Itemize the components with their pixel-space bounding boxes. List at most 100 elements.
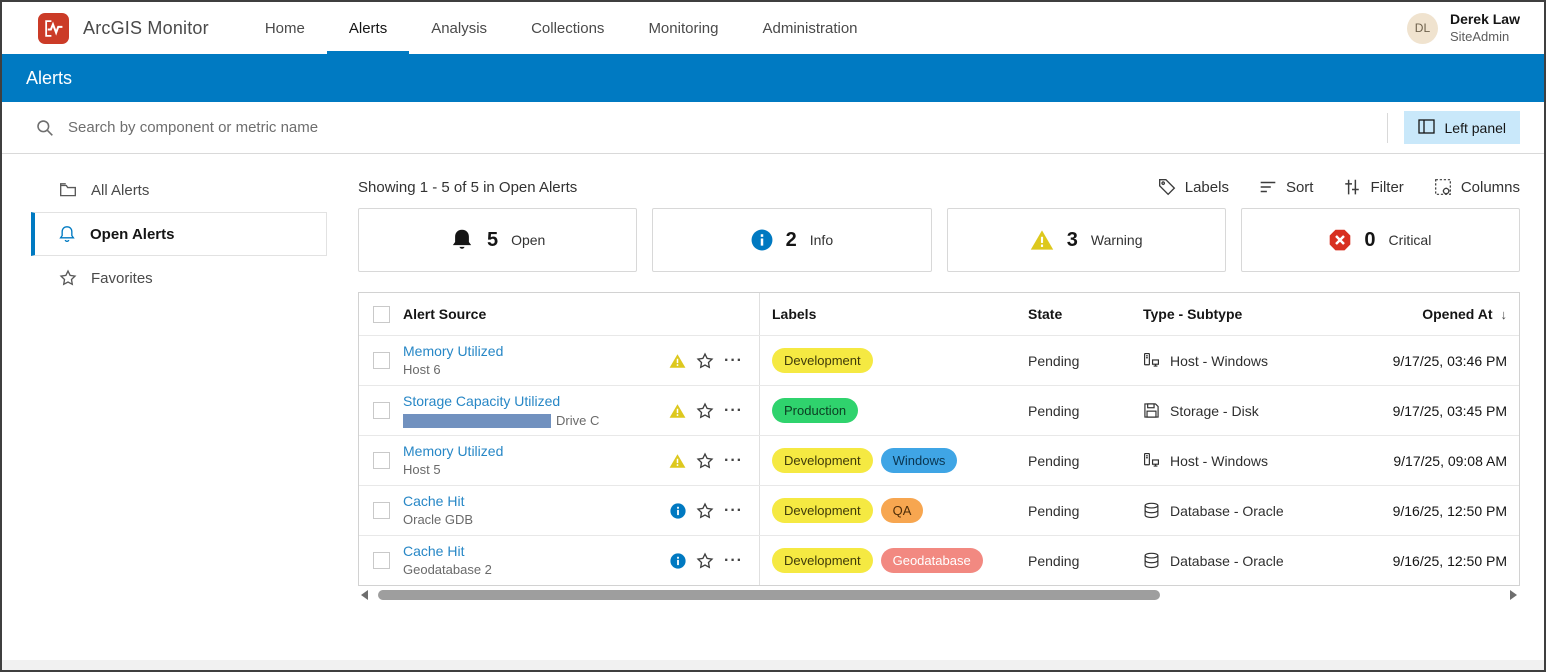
- table-header-row: Alert Source Labels State Type - Subtype…: [359, 293, 1519, 335]
- action-label: Filter: [1370, 178, 1404, 196]
- stat-cards: 5 Open 2 Info 3 Warning 0 Critical: [358, 208, 1520, 272]
- sidebar-item-favorites[interactable]: Favorites: [31, 256, 327, 300]
- type-subtype-value: Database - Oracle: [1170, 552, 1284, 569]
- filter-icon: [1343, 178, 1361, 196]
- row-actions-ellipsis[interactable]: ···: [724, 552, 743, 569]
- nav-item-monitoring[interactable]: Monitoring: [626, 2, 740, 54]
- scrollbar-track[interactable]: [372, 589, 1506, 600]
- favorite-star-icon[interactable]: [696, 351, 714, 370]
- nav-item-collections[interactable]: Collections: [509, 2, 626, 54]
- favorite-star-icon[interactable]: [696, 401, 714, 420]
- warning-icon: [669, 353, 686, 369]
- col-header-labels[interactable]: Labels: [772, 306, 816, 322]
- table-row: Cache Hit Geodatabase 2 ··· Development G…: [359, 535, 1519, 585]
- warning-icon: [669, 453, 686, 469]
- table-row: Cache Hit Oracle GDB ··· Development QA P…: [359, 485, 1519, 535]
- col-header-state[interactable]: State: [1028, 306, 1062, 322]
- bell-filled-icon: [450, 228, 474, 252]
- stat-count: 0: [1364, 228, 1376, 251]
- nav-item-administration[interactable]: Administration: [740, 2, 879, 54]
- labels-cell: Development QA: [760, 486, 1016, 535]
- label-pill: QA: [880, 498, 924, 523]
- scroll-right-arrow[interactable]: [1510, 589, 1517, 600]
- sidebar-item-all-alerts[interactable]: All Alerts: [31, 168, 327, 212]
- alert-source-link[interactable]: Cache Hit: [403, 492, 670, 510]
- top-nav: ArcGIS Monitor Home Alerts Analysis Collect…: [2, 2, 1544, 54]
- alert-source-link[interactable]: Memory Utilized: [403, 442, 669, 460]
- host-icon: [1143, 352, 1160, 369]
- capacity-meter: [403, 414, 551, 429]
- labels-cell: Production: [760, 386, 1016, 435]
- label-pill: Development: [772, 348, 873, 373]
- filter-button[interactable]: Filter: [1343, 178, 1404, 196]
- row-checkbox[interactable]: [373, 402, 390, 419]
- favorite-star-icon[interactable]: [696, 451, 714, 470]
- user-role: SiteAdmin: [1449, 28, 1510, 44]
- scrollbar-thumb[interactable]: [378, 589, 1161, 600]
- sort-button[interactable]: Sort: [1259, 178, 1314, 196]
- arcgis-monitor-logo-icon: [38, 12, 69, 44]
- alert-source-link[interactable]: Storage Capacity Utilized: [403, 392, 669, 410]
- stat-count: 3: [1066, 228, 1078, 251]
- select-all-checkbox[interactable]: [373, 305, 390, 323]
- alert-sub-label: Host 6: [403, 361, 441, 377]
- alert-source-link[interactable]: Memory Utilized: [403, 342, 669, 360]
- star-icon: [59, 269, 77, 287]
- avatar: DL: [1406, 12, 1438, 44]
- disk-icon: [1143, 402, 1160, 419]
- label-pill: Development: [772, 448, 873, 473]
- info-icon: [670, 552, 686, 569]
- info-icon: [751, 229, 773, 251]
- row-checkbox[interactable]: [373, 352, 390, 369]
- row-checkbox[interactable]: [373, 552, 390, 569]
- favorite-star-icon[interactable]: [696, 551, 714, 570]
- stat-card-info[interactable]: 2 Info: [652, 208, 932, 272]
- table-row: Memory Utilized Host 5 ··· Development Wi…: [359, 435, 1519, 485]
- alerts-table: Alert Source Labels State Type - Subtype…: [358, 292, 1520, 586]
- sidebar: All Alerts Open Alerts Favorites: [2, 154, 358, 660]
- row-actions-ellipsis[interactable]: ···: [724, 402, 743, 419]
- content: All Alerts Open Alerts Favorites Showing…: [2, 154, 1544, 660]
- alert-source-link[interactable]: Cache Hit: [403, 542, 670, 560]
- sort-descending-icon: ↓: [1500, 306, 1508, 322]
- columns-button[interactable]: Columns: [1434, 178, 1520, 196]
- user-menu[interactable]: DL Derek Law SiteAdmin: [1406, 2, 1520, 54]
- row-actions-ellipsis[interactable]: ···: [724, 502, 743, 519]
- type-subtype-value: Database - Oracle: [1170, 502, 1284, 519]
- stat-card-open[interactable]: 5 Open: [358, 208, 638, 272]
- label-pill: Development: [772, 498, 873, 523]
- sidebar-item-open-alerts[interactable]: Open Alerts: [31, 212, 327, 256]
- stat-card-critical[interactable]: 0 Critical: [1240, 208, 1520, 272]
- search-input[interactable]: [68, 119, 1387, 136]
- opened-at-value: 9/16/25, 12:50 PM: [1392, 552, 1507, 569]
- left-panel-icon: [1417, 118, 1435, 137]
- left-panel-button[interactable]: Left panel: [1403, 111, 1520, 144]
- critical-icon: [1329, 229, 1351, 251]
- row-actions-ellipsis[interactable]: ···: [724, 452, 743, 469]
- col-header-alert-source[interactable]: Alert Source: [403, 306, 486, 322]
- nav-item-analysis[interactable]: Analysis: [409, 2, 509, 54]
- row-actions-ellipsis[interactable]: ···: [724, 352, 743, 369]
- action-label: Sort: [1285, 178, 1314, 196]
- row-checkbox[interactable]: [373, 452, 390, 469]
- alert-sub-label: Host 5: [403, 461, 441, 477]
- nav-menu: Home Alerts Analysis Collections Monitoring A…: [243, 2, 880, 54]
- main-panel: Showing 1 - 5 of 5 in Open Alerts Labels…: [358, 154, 1544, 660]
- sidebar-item-label: All Alerts: [91, 181, 150, 199]
- labels-button[interactable]: Labels: [1158, 178, 1229, 196]
- state-value: Pending: [1028, 552, 1080, 569]
- search-bar: Left panel: [2, 102, 1544, 154]
- col-header-type-subtype[interactable]: Type - Subtype: [1143, 306, 1242, 322]
- col-header-opened-at[interactable]: Opened At: [1422, 306, 1492, 322]
- nav-item-home[interactable]: Home: [243, 2, 327, 54]
- tag-icon: [1158, 178, 1176, 196]
- stat-card-warning[interactable]: 3 Warning: [946, 208, 1226, 272]
- action-label: Labels: [1184, 178, 1229, 196]
- nav-item-alerts[interactable]: Alerts: [326, 2, 410, 54]
- favorite-star-icon[interactable]: [696, 501, 714, 520]
- scroll-left-arrow[interactable]: [361, 589, 368, 600]
- label-pill: Windows: [880, 448, 958, 473]
- brand: ArcGIS Monitor: [38, 2, 209, 54]
- row-checkbox[interactable]: [373, 502, 390, 519]
- opened-at-value: 9/17/25, 03:45 PM: [1392, 402, 1507, 419]
